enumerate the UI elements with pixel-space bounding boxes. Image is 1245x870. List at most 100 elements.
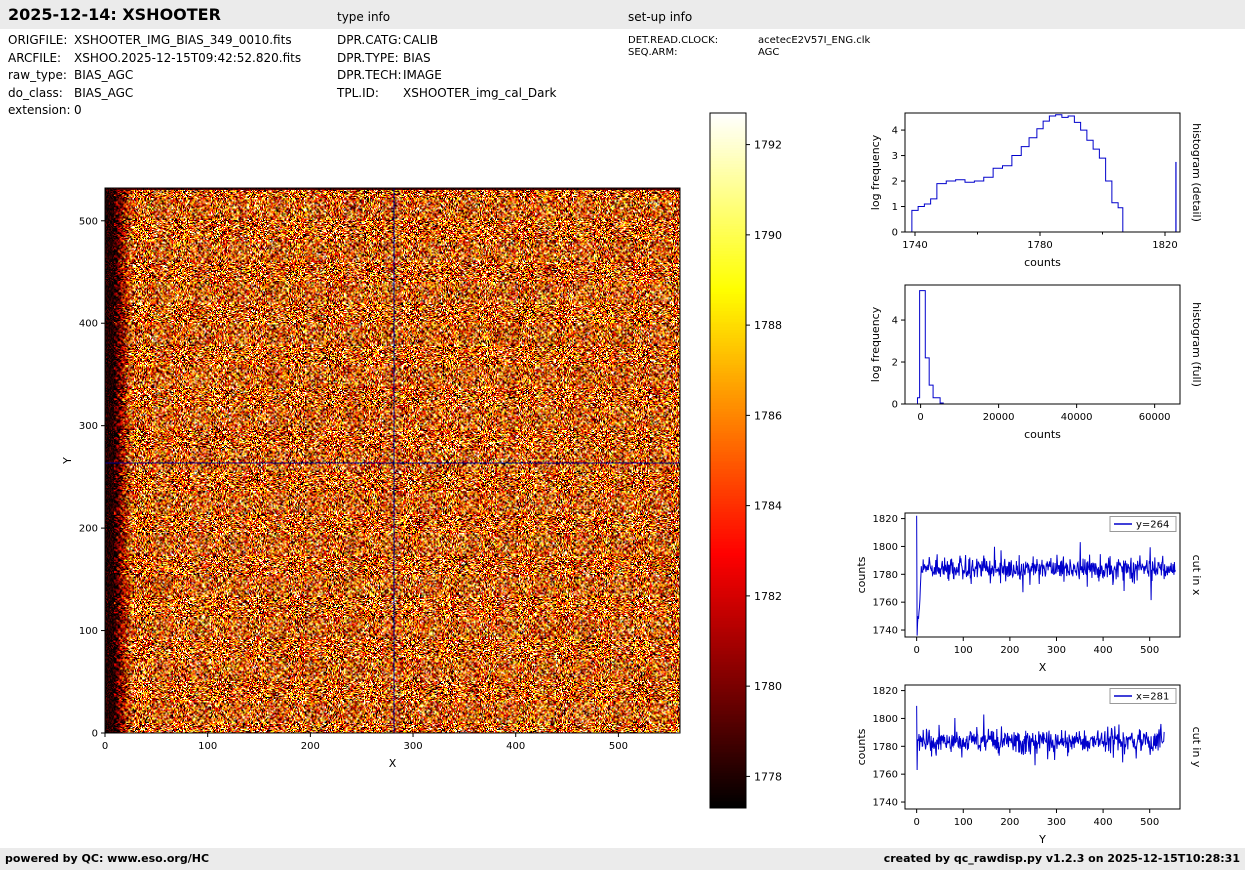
data-line bbox=[916, 515, 1176, 636]
colorbar-tick-label: 1782 bbox=[754, 590, 782, 603]
setup-metadata-block: DET.READ.CLOCK: acetecE2V57I_ENG.clk SEQ.A… bbox=[628, 35, 870, 58]
metadata-value: CALIB bbox=[403, 33, 439, 47]
metadata-label: do_class: bbox=[8, 85, 63, 100]
tick-label: 1780 bbox=[1027, 240, 1052, 251]
tick-label: 0 bbox=[92, 729, 98, 740]
tick-label: 4 bbox=[892, 126, 898, 137]
tick-label: 1820 bbox=[873, 686, 898, 697]
metadata-value: XSHOO.2025-12-15T09:42:52.820.fits bbox=[74, 50, 302, 65]
figure-area: 0 100 200 300 400 500 0 100 200 300 400 500 X Y 1778 17… bbox=[0, 0, 1245, 870]
tick-label: 1740 bbox=[873, 798, 898, 809]
y-axis-label: counts bbox=[855, 728, 868, 765]
data-line bbox=[916, 705, 1165, 770]
metadata-label: TPL.ID: bbox=[337, 85, 379, 100]
metadata-row: TPL.ID: XSHOOTER_img_cal_Dark bbox=[337, 86, 556, 104]
tick-label: 1760 bbox=[873, 598, 898, 609]
tick-label: 1800 bbox=[873, 714, 898, 725]
tick-label: 400 bbox=[506, 741, 525, 752]
metadata-value: XSHOOTER_IMG_BIAS_349_0010.fits bbox=[74, 33, 292, 47]
tick-label: 1 bbox=[892, 202, 898, 213]
tick-label: 1800 bbox=[873, 542, 898, 553]
tick-label: 200 bbox=[1000, 817, 1019, 828]
footer-left-text: powered by QC: www.eso.org/HC bbox=[5, 852, 210, 865]
metadata-label: DPR.TECH: bbox=[337, 68, 402, 82]
type-info-heading: type info bbox=[337, 10, 391, 24]
right-axis-label: histogram (detail) bbox=[1190, 123, 1203, 222]
legend-label: y=264 bbox=[1136, 520, 1169, 531]
tick-label: 100 bbox=[198, 741, 217, 752]
metadata-label: extension: bbox=[8, 103, 71, 117]
tick-label: 100 bbox=[79, 626, 98, 637]
metadata-label: DET.READ.CLOCK: bbox=[628, 35, 719, 46]
tick-label: 200 bbox=[79, 524, 98, 535]
footer-bar: powered by QC: www.eso.org/HC created by… bbox=[0, 848, 1245, 870]
x-axis-label: X bbox=[389, 757, 397, 770]
tick-label: 2 bbox=[892, 358, 898, 369]
tick-label: 2 bbox=[892, 177, 898, 188]
header-bar: 2025-12-14: XSHOOTER type info set-up in… bbox=[0, 0, 1245, 29]
data-line bbox=[907, 114, 1124, 232]
x-axis-label: Y bbox=[1038, 833, 1046, 846]
metadata-label: DPR.CATG: bbox=[337, 33, 402, 47]
tick-label: 1740 bbox=[902, 240, 927, 251]
metadata-value: BIAS_AGC bbox=[74, 85, 134, 100]
plot-frame bbox=[904, 284, 1181, 405]
metadata-row: ORIGFILE: XSHOOTER_IMG_BIAS_349_0010.fits bbox=[8, 33, 301, 51]
x-axis-label: counts bbox=[1024, 256, 1061, 269]
metadata-label: DPR.TYPE: bbox=[337, 50, 399, 65]
tick-label: 1740 bbox=[873, 626, 898, 637]
metadata-value: BIAS_AGC bbox=[74, 68, 134, 82]
tick-label: 500 bbox=[609, 741, 628, 752]
tick-label: 400 bbox=[1094, 645, 1113, 656]
metadata-value: AGC bbox=[758, 46, 780, 58]
hist-detail-plot: 1740 1780 1820 0 1 2 3 4 counts log frequency hist… bbox=[869, 112, 1203, 269]
colorbar-tick-label: 1792 bbox=[754, 139, 782, 152]
y-axis-label: counts bbox=[855, 556, 868, 593]
tick-label: 400 bbox=[79, 319, 98, 330]
tick-label: 500 bbox=[1140, 817, 1159, 828]
tick-label: 300 bbox=[79, 421, 98, 432]
tick-label: 40000 bbox=[1061, 412, 1093, 423]
metadata-label: ORIGFILE: bbox=[8, 33, 68, 47]
metadata-row: extension: 0 bbox=[8, 103, 301, 121]
bias-image-plot: 0 100 200 300 400 500 0 100 200 300 400 500 X Y bbox=[61, 187, 681, 770]
tick-label: 0 bbox=[913, 817, 919, 828]
metadata-value: IMAGE bbox=[403, 68, 442, 82]
tick-label: 300 bbox=[1047, 817, 1066, 828]
tick-label: 0 bbox=[892, 400, 898, 411]
tick-label: 20000 bbox=[983, 412, 1015, 423]
footer-right-text: created by qc_rawdisp.py v1.2.3 on 2025-… bbox=[883, 852, 1240, 865]
tick-label: 4 bbox=[892, 316, 898, 327]
metadata-row: DPR.TECH: IMAGE bbox=[337, 68, 556, 86]
metadata-row: DPR.CATG: CALIB bbox=[337, 33, 556, 51]
tick-label: 3 bbox=[892, 151, 898, 162]
tick-label: 400 bbox=[1094, 817, 1113, 828]
right-axis-label: cut in x bbox=[1190, 555, 1203, 596]
colorbar-tick-label: 1778 bbox=[754, 770, 782, 783]
tick-label: 1780 bbox=[873, 570, 898, 581]
setup-info-heading: set-up info bbox=[628, 10, 693, 24]
tick-label: 200 bbox=[1000, 645, 1019, 656]
metadata-value: XSHOOTER_img_cal_Dark bbox=[403, 85, 557, 100]
type-metadata-block: DPR.CATG: CALIB DPR.TYPE: BIAS DPR.TECH: IMAG… bbox=[337, 33, 556, 103]
colorbar-tick-label: 1780 bbox=[754, 680, 782, 693]
tick-label: 0 bbox=[913, 645, 919, 656]
page-title: 2025-12-14: XSHOOTER bbox=[8, 5, 221, 24]
y-axis-label: log frequency bbox=[869, 306, 882, 382]
metadata-row: SEQ.ARM: AGC bbox=[628, 47, 870, 59]
tick-label: 200 bbox=[301, 741, 320, 752]
metadata-label: raw_type: bbox=[8, 68, 67, 82]
colorbar-tick-label: 1790 bbox=[754, 229, 782, 242]
plot-frame bbox=[904, 112, 1181, 233]
tick-label: 0 bbox=[917, 412, 923, 423]
tick-label: 0 bbox=[892, 228, 898, 239]
hist-full-plot: 0 20000 40000 60000 0 2 4 counts log frequency hi… bbox=[869, 284, 1203, 441]
tick-label: 500 bbox=[79, 216, 98, 227]
tick-label: 300 bbox=[1047, 645, 1066, 656]
metadata-value: acetecE2V57I_ENG.clk bbox=[758, 35, 871, 46]
tick-label: 100 bbox=[954, 817, 973, 828]
tick-label: 100 bbox=[954, 645, 973, 656]
metadata-row: raw_type: BIAS_AGC bbox=[8, 68, 301, 86]
y-axis-label: Y bbox=[61, 457, 74, 465]
colorbar-tick-label: 1788 bbox=[754, 319, 782, 332]
